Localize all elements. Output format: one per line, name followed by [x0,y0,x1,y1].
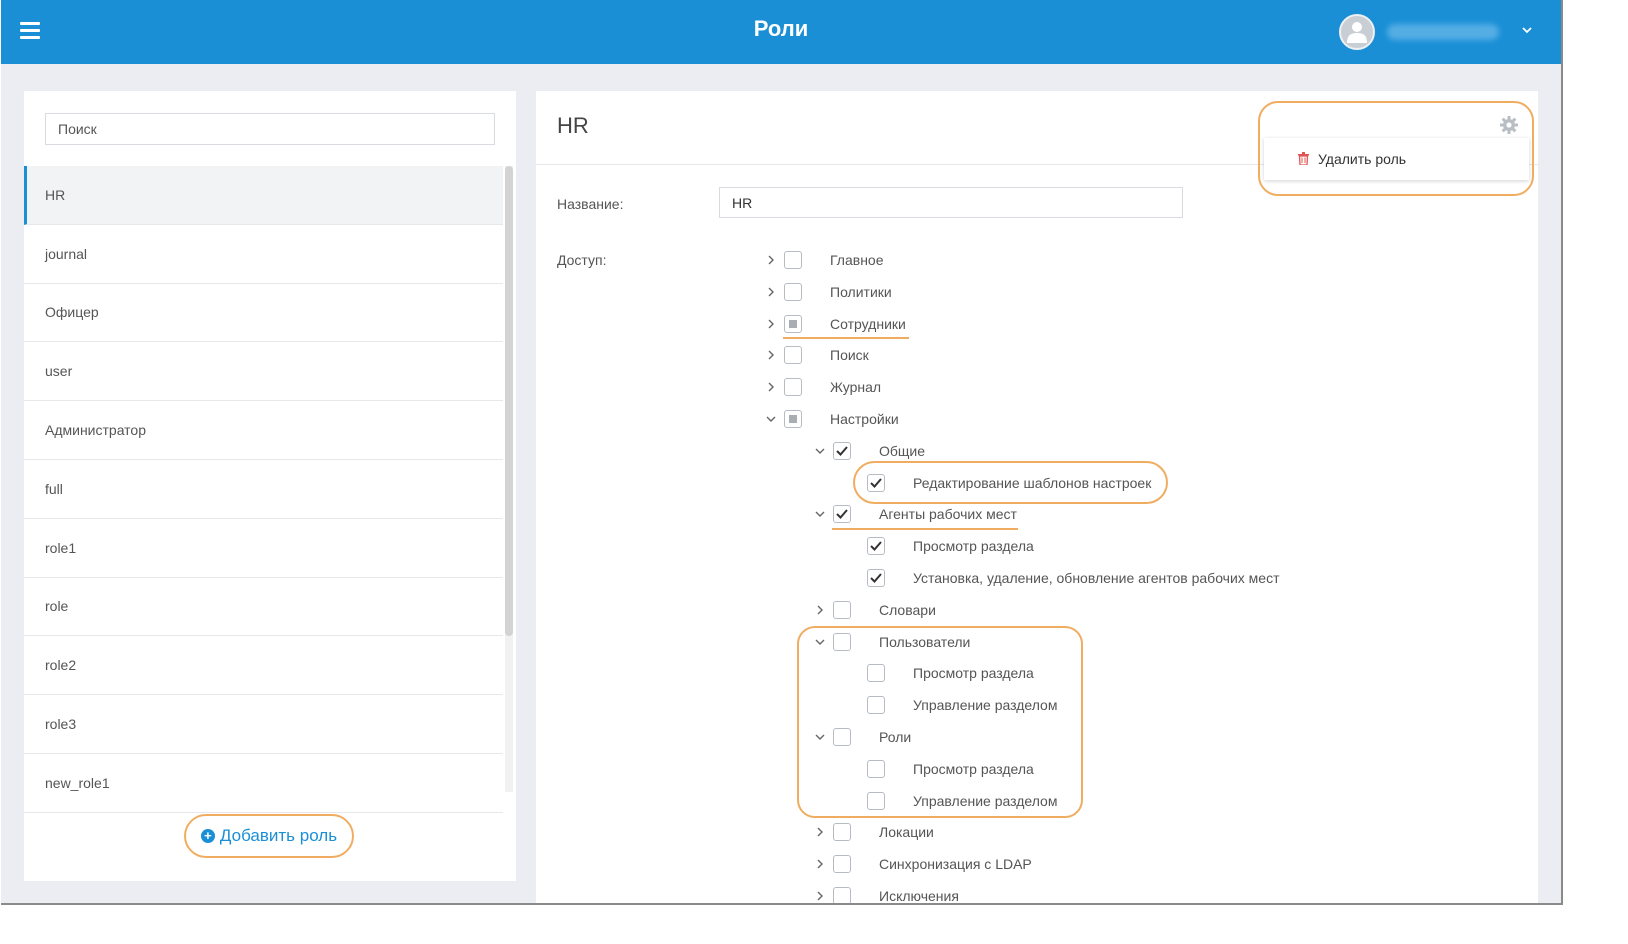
chevron-right-icon[interactable] [766,382,776,392]
checkbox[interactable] [833,601,851,619]
tree-node-label: Просмотр раздела [913,538,1034,554]
checkmark-icon [870,573,882,583]
chevron-right-icon[interactable] [815,891,825,901]
trash-icon [1298,152,1309,165]
tree-node-label: Поиск [830,347,869,363]
tree-node-label: Словари [879,602,936,618]
highlight-callout [853,461,1168,504]
tree-node-label: Установка, удаление, обновление агентов … [913,570,1280,586]
gear-icon[interactable] [1499,115,1519,135]
role-list-item[interactable]: HR [24,166,503,225]
tree-node-label: Журнал [830,379,882,395]
highlight-callout [797,626,1083,818]
checkbox[interactable] [784,378,802,396]
role-list-item[interactable]: role1 [24,519,503,578]
access-label: Доступ: [557,252,607,268]
chevron-right-icon[interactable] [766,319,776,329]
scrollbar-thumb[interactable] [505,166,513,636]
role-list-item[interactable]: Офицер [24,284,503,343]
checkbox[interactable] [784,315,802,333]
tree-node-label: Синхронизация с LDAP [879,856,1032,872]
user-name-blurred[interactable] [1387,24,1499,40]
role-list-item[interactable]: journal [24,225,503,284]
top-bar: Роли [1,0,1561,64]
checkbox[interactable] [833,823,851,841]
app-window: Роли HRjournalОфицерuserАдминистраторful… [1,0,1563,905]
chevron-right-icon[interactable] [815,827,825,837]
checkmark-icon [870,541,882,551]
add-role-button[interactable]: + Добавить роль [184,814,354,858]
tree-node-label: Главное [830,252,884,268]
delete-role-label: Удалить роль [1318,151,1407,167]
checkbox[interactable] [833,887,851,903]
tree-node-label: Агенты рабочих мест [879,506,1017,522]
role-list-item[interactable]: new_role1 [24,754,503,813]
tree-node-label: Политики [830,284,892,300]
plus-icon: + [200,829,215,843]
chevron-down-icon[interactable] [815,446,825,456]
name-label: Название: [557,196,624,212]
tree-node-label: Настройки [830,411,899,427]
chevron-down-icon[interactable] [766,414,776,424]
checkbox[interactable] [784,251,802,269]
checkbox[interactable] [833,505,851,523]
chevron-right-icon[interactable] [766,255,776,265]
checkbox[interactable] [833,442,851,460]
role-details-panel: HR Удалить роль Название: HR Доступ: Гла… [536,91,1538,904]
chevron-right-icon[interactable] [815,605,825,615]
role-list-item[interactable]: user [24,342,503,402]
checkbox[interactable] [784,410,802,428]
search-input[interactable] [45,113,495,145]
tree-node-label: Общие [879,443,926,459]
role-list: HR journal Офицер user Администратор full role… [24,166,503,813]
role-list-item[interactable]: role2 [24,636,503,696]
chevron-right-icon[interactable] [766,350,776,360]
role-title: HR [557,113,589,138]
checkbox[interactable] [833,855,851,873]
checkmark-icon [836,446,848,456]
user-icon [1347,22,1367,43]
role-list-item[interactable]: role [24,578,503,637]
chevron-right-icon[interactable] [766,287,776,297]
tree-node-label: Сотрудники [830,316,906,332]
scrollbar[interactable] [505,166,513,792]
tree-node-label: Исключения [879,888,959,904]
checkmark-icon [836,509,848,519]
avatar[interactable] [1339,14,1375,50]
add-role-label: Добавить роль [219,826,338,845]
checkbox[interactable] [867,537,885,555]
role-list-item[interactable]: Администратор [24,401,503,460]
chevron-right-icon[interactable] [815,859,825,869]
checkbox[interactable] [784,346,802,364]
checkbox[interactable] [867,569,885,587]
tree-node-label: Локации [879,824,934,840]
highlight-underline [832,528,1018,530]
roles-sidebar: HRjournalОфицерuserАдминистраторfullrole… [24,91,516,881]
role-name-field[interactable] [719,187,1183,218]
highlight-underline [783,337,909,339]
delete-role-menu-item[interactable]: Удалить роль [1264,138,1529,180]
checkbox[interactable] [784,283,802,301]
role-list-item[interactable]: role3 [24,695,503,754]
role-list-item[interactable]: full [24,460,503,519]
page-title: Роли [753,16,809,41]
chevron-down-icon[interactable] [1521,24,1533,36]
chevron-down-icon[interactable] [815,509,825,519]
